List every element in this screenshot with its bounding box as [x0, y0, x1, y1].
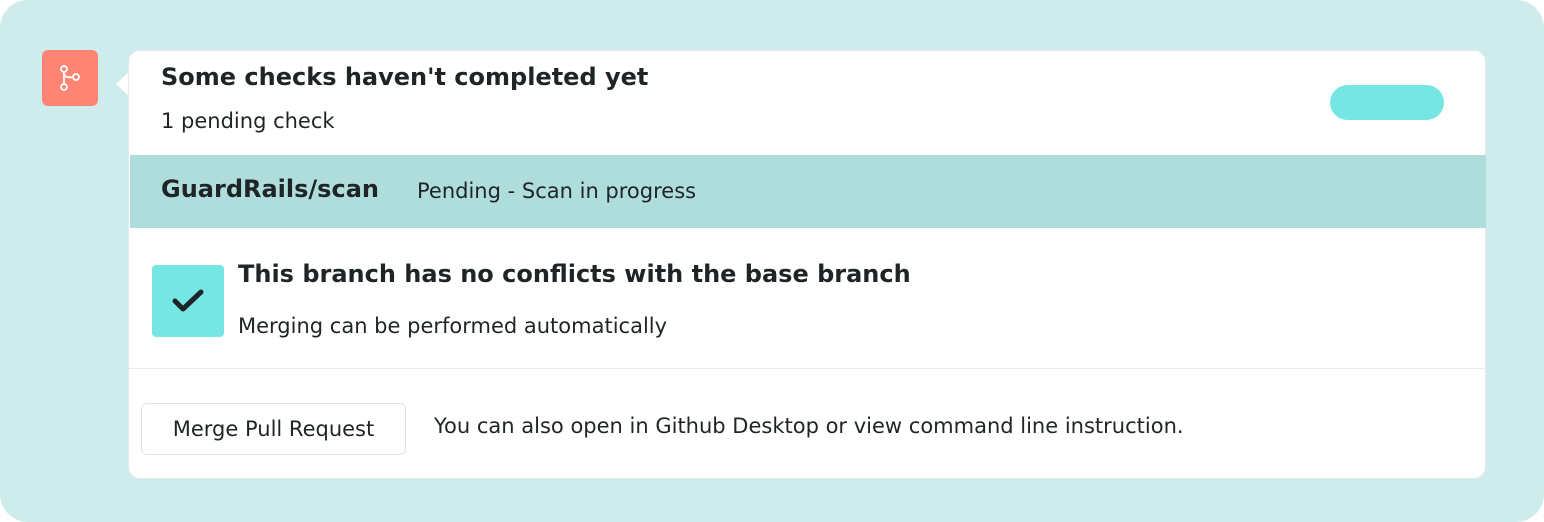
status-pill [1330, 85, 1444, 120]
merge-hint-text: You can also open in Github Desktop or v… [434, 414, 1184, 438]
branch-status-section: This branch has no conflicts with the ba… [129, 228, 1485, 369]
checkmark-icon [152, 265, 224, 337]
branch-title: This branch has no conflicts with the ba… [238, 260, 911, 288]
pr-merge-panel: Some checks haven't completed yet 1 pend… [0, 0, 1544, 522]
check-row-guardrails[interactable]: GuardRails/scan Pending - Scan in progre… [130, 155, 1486, 228]
check-name: GuardRails/scan [161, 175, 379, 203]
git-merge-icon [42, 50, 98, 106]
merge-pull-request-button[interactable]: Merge Pull Request [141, 403, 406, 455]
checks-title: Some checks haven't completed yet [161, 63, 649, 91]
check-status: Pending - Scan in progress [417, 179, 697, 203]
merge-status-card: Some checks haven't completed yet 1 pend… [128, 50, 1486, 479]
checks-subtitle: 1 pending check [161, 109, 335, 133]
branch-subtitle: Merging can be performed automatically [238, 314, 668, 338]
